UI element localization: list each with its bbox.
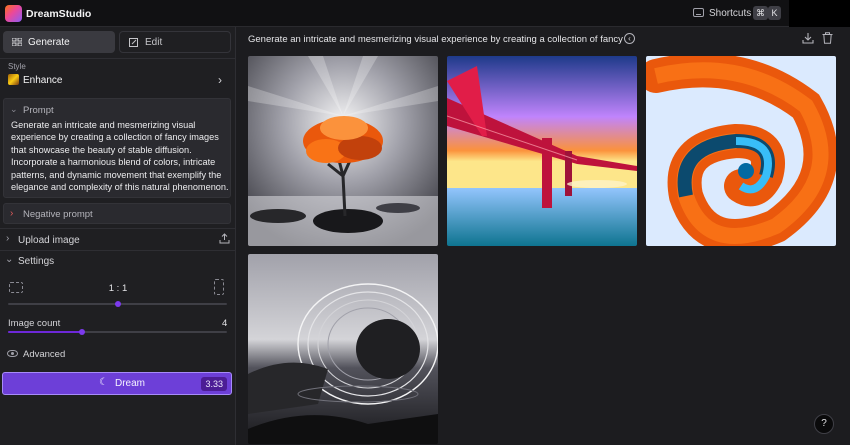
portrait-ratio-icon[interactable] <box>214 279 224 295</box>
top-right-area <box>789 0 850 27</box>
dream-button[interactable]: ☾ Dream 3.33 <box>2 372 232 395</box>
credit-cost-badge: 3.33 <box>201 377 227 391</box>
shortcut-key-cmd: ⌘ <box>753 6 768 20</box>
generated-image-spiral[interactable] <box>646 56 836 246</box>
eye-icon <box>7 350 18 357</box>
settings-toggle[interactable]: Settings <box>18 256 54 267</box>
grid-icon <box>11 37 23 47</box>
moon-icon: ☾ <box>99 377 108 388</box>
shortcuts-button[interactable]: Shortcuts <box>709 8 751 19</box>
prompt-textarea[interactable]: Generate an intricate and mesmerizing vi… <box>11 119 229 193</box>
upload-image-button[interactable]: Upload image <box>18 235 80 246</box>
aspect-ratio-value: 1 : 1 <box>108 283 128 294</box>
generated-image-tree[interactable] <box>248 56 438 246</box>
tab-generate-label: Generate <box>28 36 70 48</box>
negative-prompt-panel[interactable]: › Negative prompt <box>3 203 231 224</box>
image-count-value: 4 <box>222 318 228 329</box>
slider-handle[interactable] <box>114 301 121 307</box>
aspect-ratio-slider[interactable] <box>8 301 227 307</box>
shortcut-key-k: K <box>768 6 781 20</box>
edit-icon <box>129 38 139 47</box>
tab-generate[interactable]: Generate <box>3 31 115 53</box>
dream-label: Dream <box>115 378 146 389</box>
app-name: DreamStudio <box>26 8 92 20</box>
prompt-title: Prompt <box>23 105 54 116</box>
style-label: Style <box>8 62 26 71</box>
keyboard-icon <box>693 8 704 17</box>
divider <box>0 58 236 59</box>
style-selector[interactable]: Enhance <box>23 75 62 86</box>
top-bar: DreamStudio Shortcuts ⌘ K <box>0 0 850 27</box>
chevron-right-icon: › <box>6 233 10 244</box>
trash-icon[interactable] <box>822 32 833 44</box>
chevron-right-icon: › <box>10 208 14 219</box>
slider-handle[interactable] <box>79 329 86 335</box>
main-area: Generate an intricate and mesmerizing vi… <box>237 27 850 445</box>
divider <box>0 228 236 229</box>
advanced-toggle[interactable]: Advanced <box>23 349 65 360</box>
dreamstudio-logo-icon <box>5 5 22 22</box>
slider-fill <box>8 331 83 333</box>
divider <box>0 250 236 251</box>
tab-edit[interactable]: Edit <box>119 31 231 53</box>
image-count-slider[interactable] <box>8 329 227 335</box>
prompt-panel[interactable]: ⌄ Prompt Generate an intricate and mesme… <box>3 98 231 198</box>
chevron-down-icon[interactable]: ⌄ <box>10 104 18 115</box>
generated-image-bridge[interactable] <box>447 56 637 246</box>
prompt-header: Generate an intricate and mesmerizing vi… <box>248 34 623 45</box>
chevron-right-icon[interactable]: › <box>218 73 222 87</box>
negative-prompt-title: Negative prompt <box>23 209 93 220</box>
style-thumbnail <box>8 74 19 85</box>
download-icon[interactable] <box>802 32 814 44</box>
image-count-label: Image count <box>8 318 61 329</box>
tab-edit-label: Edit <box>145 36 163 48</box>
generated-image-wire-sphere[interactable] <box>248 254 438 444</box>
sidebar: Generate Edit Style Enhance › ⌄ Prompt G… <box>0 27 236 445</box>
chevron-down-icon: ⌄ <box>5 254 14 265</box>
reuse-prompt-icon[interactable]: ‹ <box>624 33 635 44</box>
help-button[interactable]: ? <box>814 414 834 434</box>
upload-icon[interactable] <box>219 233 230 244</box>
